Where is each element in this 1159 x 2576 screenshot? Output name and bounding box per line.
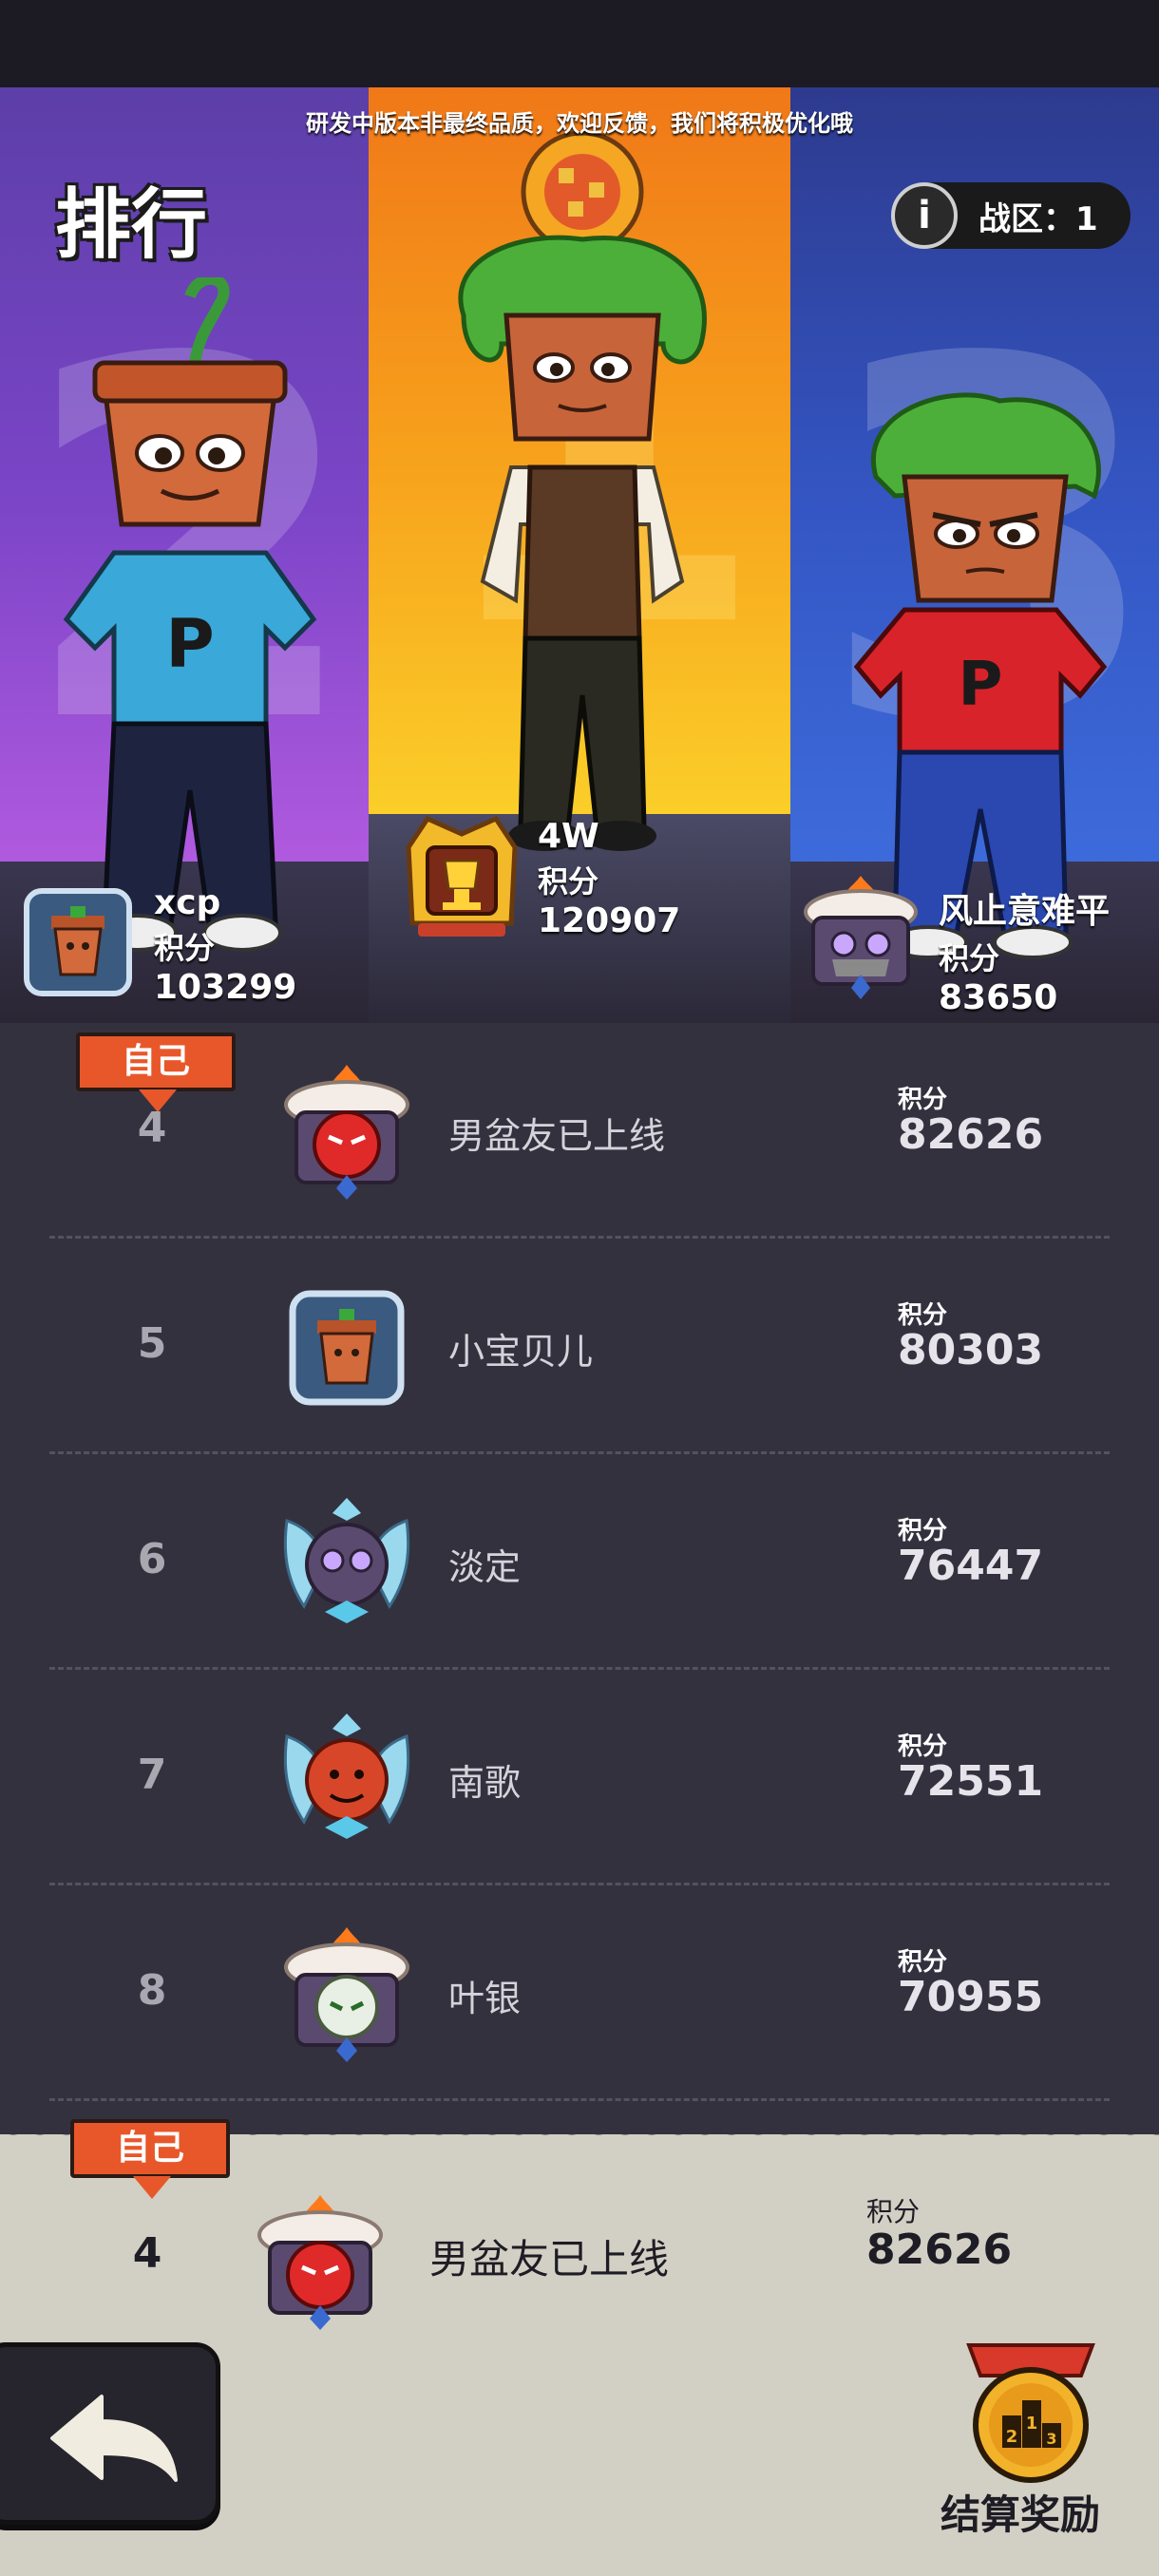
ranking-list[interactable]: 自己 4 男盆友已上线 积分 82626 5 小宝贝儿 积分 80303 6 淡… <box>0 1023 1159 2134</box>
row-rank: 5 <box>137 1319 167 1368</box>
flowerpot-avatar-icon[interactable] <box>23 887 133 997</box>
medal-icon[interactable]: 2 1 3 <box>950 2332 1112 2484</box>
battle-zone-label: 战区：1 <box>978 199 1098 238</box>
podium-third-name: 风止意难平 <box>939 892 1111 931</box>
red-cake-frame-icon[interactable] <box>276 1061 418 1203</box>
my-player-name: 男盆友已上线 <box>429 2236 670 2282</box>
flowerpot-avatar-icon[interactable] <box>276 1277 418 1419</box>
blue-bow-frame-icon[interactable] <box>276 1492 418 1635</box>
row-score: 80303 <box>898 1326 1044 1374</box>
podium: 2 P 1 P 研发中版本非最终品质，欢迎反馈，我们将积极优化哦 排行 i 战区… <box>0 87 1159 1023</box>
row-player-name: 小宝贝儿 <box>448 1331 594 1373</box>
settlement-reward-label[interactable]: 结算奖励 <box>940 2483 1100 2541</box>
my-rank-number: 4 <box>132 2229 162 2278</box>
podium-third-score-label: 积分 <box>939 940 1000 976</box>
podium-third-score: 83650 <box>939 978 1058 1017</box>
back-arrow-icon <box>50 2395 178 2482</box>
ranking-row[interactable]: 7 南歌 积分 72551 <box>0 1670 1159 1885</box>
info-icon[interactable]: i <box>891 182 958 249</box>
podium-second-score-label: 积分 <box>154 930 216 966</box>
back-button[interactable] <box>0 2342 220 2525</box>
red-cake-frame-icon[interactable] <box>249 2191 391 2334</box>
page-title: 排行 <box>55 180 207 269</box>
svg-text:3: 3 <box>1046 2430 1056 2448</box>
row-player-name: 叶银 <box>448 1978 522 2019</box>
row-rank: 8 <box>137 1966 167 2015</box>
row-score: 82626 <box>898 1110 1044 1159</box>
player-character-1[interactable] <box>426 125 739 857</box>
my-score-label: 积分 <box>866 2196 921 2227</box>
svg-text:2: 2 <box>1006 2427 1018 2447</box>
row-player-name: 南歌 <box>448 1762 522 1804</box>
dev-notice-banner: 研发中版本非最终品质，欢迎反馈，我们将积极优化哦 <box>306 110 853 137</box>
podium-first-score: 120907 <box>538 901 681 940</box>
my-score: 82626 <box>866 2226 1013 2274</box>
svg-text:P: P <box>165 605 214 683</box>
podium-first-name: 4W <box>538 817 599 856</box>
row-rank: 6 <box>137 1535 167 1583</box>
podium-second-score: 103299 <box>154 968 297 1007</box>
podium-first-score-label: 积分 <box>538 863 599 900</box>
golden-trophy-frame-icon[interactable] <box>399 809 524 942</box>
ranking-row[interactable]: 8 叶银 积分 70955 <box>0 1885 1159 2101</box>
row-score: 70955 <box>898 1973 1044 2021</box>
blue-bow-frame-icon[interactable] <box>276 1708 418 1850</box>
cake-frame-avatar-icon[interactable] <box>794 870 927 1003</box>
player-character-2[interactable]: P <box>57 277 323 961</box>
self-tag: 自己 <box>70 2119 230 2199</box>
svg-text:P: P <box>959 650 1003 720</box>
self-tag: 自己 <box>76 1032 236 1112</box>
ranking-row[interactable]: 自己 4 男盆友已上线 积分 82626 <box>0 1023 1159 1239</box>
top-status-bar <box>0 0 1159 87</box>
podium-second-info: xcp 积分 103299 <box>154 883 296 1007</box>
svg-text:1: 1 <box>1026 2414 1038 2434</box>
row-player-name: 淡定 <box>448 1546 522 1588</box>
row-player-name: 男盆友已上线 <box>448 1115 666 1157</box>
row-rank: 4 <box>137 1104 167 1152</box>
podium-first-info: 4W 积分 120907 <box>538 817 680 940</box>
ranking-row[interactable]: 5 小宝贝儿 积分 80303 <box>0 1239 1159 1454</box>
ranking-row[interactable]: 6 淡定 积分 76447 <box>0 1454 1159 1670</box>
row-score: 76447 <box>898 1542 1044 1590</box>
podium-third-info: 风止意难平 积分 83650 <box>939 883 1110 1017</box>
row-divider <box>49 2098 1110 2101</box>
battle-zone-badge[interactable]: i 战区：1 <box>891 182 1130 249</box>
podium-second-name: xcp <box>154 883 221 922</box>
row-score: 72551 <box>898 1757 1044 1806</box>
cake-frame-avatar-icon[interactable] <box>276 1923 418 2066</box>
row-rank: 7 <box>137 1751 167 1799</box>
